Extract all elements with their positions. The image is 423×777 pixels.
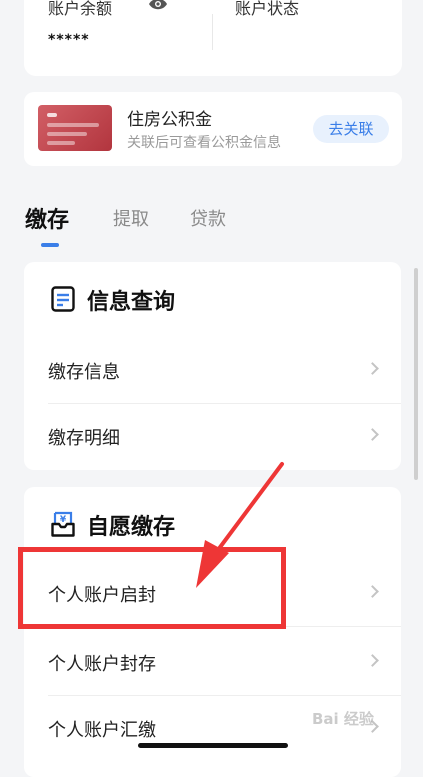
list-item[interactable]: 缴存明细 (24, 404, 401, 470)
chevron-right-icon (366, 362, 379, 375)
chevron-right-icon (366, 654, 379, 667)
section-title: 信息查询 (87, 290, 176, 315)
status-label: 账户状态 (235, 0, 300, 18)
link-button[interactable]: 去关联 (313, 115, 389, 143)
list-item-label: 个人账户汇缴 (48, 720, 156, 741)
tab-withdraw[interactable]: 提取 (113, 205, 149, 231)
divider (212, 14, 213, 50)
balance-label: 账户余额 (48, 0, 113, 18)
scrollbar[interactable] (414, 268, 418, 480)
list-item[interactable]: 缴存信息 (24, 338, 401, 404)
tab-indicator (41, 243, 59, 247)
highlight-box (18, 547, 286, 629)
balance-value: ***** (48, 32, 90, 48)
voluntary-deposit-section: ¥ 自愿缴存 个人账户启封 个人账户封存 个人账户汇缴 (24, 487, 401, 777)
list-item-label: 缴存明细 (48, 428, 120, 449)
inbox-yuan-icon: ¥ (51, 511, 75, 537)
fund-title: 住房公积金 (127, 110, 212, 130)
document-icon (51, 286, 75, 312)
list-item[interactable]: 个人账户汇缴 (24, 696, 401, 762)
section-title: 自愿缴存 (87, 515, 176, 540)
svg-text:¥: ¥ (60, 515, 67, 525)
watermark: Bai 经验 (312, 710, 374, 728)
list-item-label: 个人账户封存 (48, 654, 156, 675)
tab-deposit[interactable]: 缴存 (25, 202, 69, 234)
housing-fund-card[interactable]: 住房公积金 关联后可查看公积金信息 去关联 (24, 92, 402, 166)
fund-subtitle: 关联后可查看公积金信息 (127, 135, 281, 151)
info-query-section: 信息查询 缴存信息 缴存明细 (24, 262, 401, 470)
chevron-right-icon (366, 585, 379, 598)
home-indicator[interactable] (138, 743, 288, 748)
card-thumbnail (38, 105, 112, 151)
account-card: 账户余额 ***** 账户状态 (24, 0, 402, 76)
list-item[interactable]: 个人账户封存 (24, 630, 401, 696)
tab-loan[interactable]: 贷款 (190, 205, 226, 231)
chevron-right-icon (366, 428, 379, 441)
list-item-label: 缴存信息 (48, 362, 120, 383)
eye-icon[interactable] (148, 0, 168, 11)
